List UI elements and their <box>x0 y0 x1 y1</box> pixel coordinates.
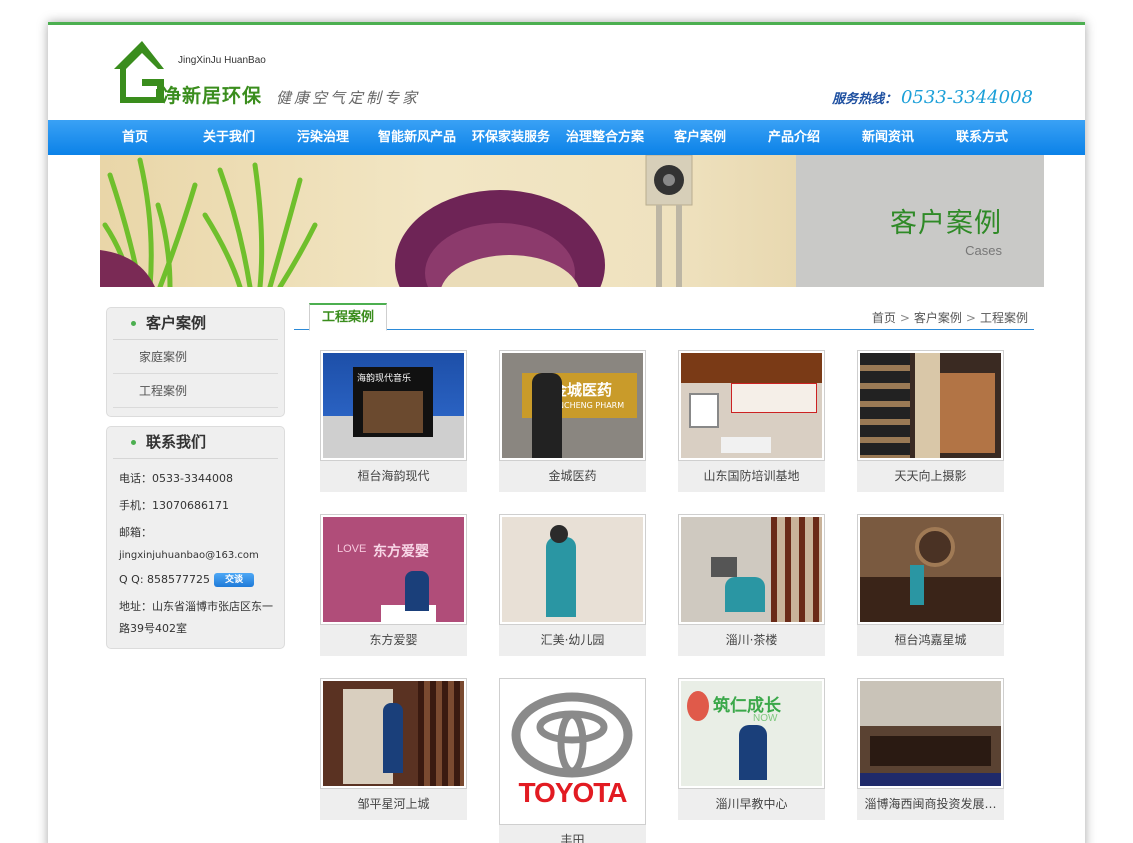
case-item[interactable]: 筑仁成长 NOW 淄川早教中心 <box>678 678 825 820</box>
contact-info: 电话：0533-3344008 手机：13070686171 邮箱： jingx… <box>107 459 284 650</box>
hotline: 服务热线： 0533-3344008 <box>832 87 1033 108</box>
case-caption[interactable]: 邹平星河上城 <box>320 789 467 820</box>
contact-email[interactable]: jingxinjuhuanbao@163.com <box>119 546 274 566</box>
banner-illustration <box>100 155 693 287</box>
case-caption[interactable]: 丰田 <box>499 825 646 843</box>
bullet-icon <box>131 321 136 326</box>
page-banner: 客户案例 Cases <box>100 155 1044 287</box>
contact-mobile: 手机：13070686171 <box>119 499 229 512</box>
hotline-label: 服务热线： <box>832 92 898 107</box>
contact-email-label: 邮箱： <box>119 526 152 539</box>
case-item[interactable]: 邹平星河上城 <box>320 678 467 820</box>
nav-item-home[interactable]: 首页 <box>118 120 152 155</box>
qq-chat-button[interactable]: 交谈 <box>214 573 255 587</box>
case-photo[interactable] <box>499 514 646 625</box>
contact-address: 地址：山东省淄博市张店区东一路39号402室 <box>119 600 273 635</box>
contact-phone: 电话：0533-3344008 <box>119 472 233 485</box>
sidebar-item-project-cases[interactable]: 工程案例 <box>113 374 278 408</box>
page-frame: JingXinJu HuanBao 净新居环保 健康空气定制专家 服务热线： 0… <box>48 22 1085 843</box>
case-caption[interactable]: 汇美·幼儿园 <box>499 625 646 656</box>
header: JingXinJu HuanBao 净新居环保 健康空气定制专家 服务热线： 0… <box>48 25 1085 120</box>
case-caption[interactable]: 淄川早教中心 <box>678 789 825 820</box>
case-item[interactable]: 桓台鸿嘉星城 <box>857 514 1004 656</box>
case-photo[interactable]: 筑仁成长 NOW <box>678 678 825 789</box>
case-photo[interactable] <box>678 350 825 461</box>
bullet-icon <box>131 440 136 445</box>
sidebar-contact: 联系我们 电话：0533-3344008 手机：13070686171 邮箱： … <box>106 426 285 649</box>
case-item[interactable]: LOVE 东方爱婴 东方爱婴 <box>320 514 467 656</box>
content-header: 工程案例 首页 > 客户案例 > 工程案例 <box>294 303 1034 331</box>
breadcrumb-home[interactable]: 首页 <box>872 311 896 325</box>
toyota-wordmark: TOYOTA <box>518 777 627 808</box>
nav-item-fresh-air[interactable]: 智能新风产品 <box>376 120 458 155</box>
case-caption[interactable]: 东方爱婴 <box>320 625 467 656</box>
slogan: 健康空气定制专家 <box>276 89 421 107</box>
case-photo[interactable] <box>320 678 467 789</box>
case-item[interactable]: 淄川·茶楼 <box>678 514 825 656</box>
logo-chinese: 净新居环保 <box>162 85 263 107</box>
case-item[interactable]: TOYOTA 丰田 <box>499 678 646 843</box>
case-photo[interactable] <box>857 514 1004 625</box>
breadcrumb: 首页 > 客户案例 > 工程案例 <box>871 311 1028 325</box>
case-caption[interactable]: 淄博海西闽商投资发展… <box>857 789 1004 820</box>
breadcrumb-cases[interactable]: 客户案例 <box>914 311 962 325</box>
case-item[interactable]: 汇美·幼儿园 <box>499 514 646 656</box>
case-caption[interactable]: 桓台鸿嘉星城 <box>857 625 1004 656</box>
sidebar-contact-title: 联系我们 <box>113 427 278 459</box>
nav-item-about[interactable]: 关于我们 <box>201 120 257 155</box>
case-photo[interactable]: 金城医药 NCHENG PHARM <box>499 350 646 461</box>
nav-item-decoration[interactable]: 环保家装服务 <box>470 120 552 155</box>
nav-item-news[interactable]: 新闻资讯 <box>860 120 916 155</box>
case-caption[interactable]: 淄川·茶楼 <box>678 625 825 656</box>
nav-item-cases[interactable]: 客户案例 <box>672 120 728 155</box>
case-photo[interactable]: LOVE 东方爱婴 <box>320 514 467 625</box>
banner-title: 客户案例 <box>890 208 1002 239</box>
nav-item-pollution[interactable]: 污染治理 <box>295 120 351 155</box>
case-photo[interactable]: TOYOTA <box>499 678 646 825</box>
banner-subtitle: Cases <box>965 243 1002 258</box>
tab-project-cases[interactable]: 工程案例 <box>309 303 387 331</box>
case-item[interactable]: 金城医药 NCHENG PHARM 金城医药 <box>499 350 646 492</box>
hotline-number: 0533-3344008 <box>900 87 1033 108</box>
nav-item-contact[interactable]: 联系方式 <box>954 120 1010 155</box>
breadcrumb-current: 工程案例 <box>979 311 1028 325</box>
case-item[interactable]: 海韵现代音乐 桓台海韵现代 <box>320 350 467 492</box>
case-item[interactable]: 天天向上摄影 <box>857 350 1004 492</box>
logo-english: JingXinJu HuanBao <box>178 55 266 66</box>
case-photo[interactable] <box>857 678 1004 789</box>
case-item[interactable]: 淄博海西闽商投资发展… <box>857 678 1004 820</box>
case-caption[interactable]: 金城医药 <box>499 461 646 492</box>
case-photo[interactable] <box>857 350 1004 461</box>
case-caption[interactable]: 山东国防培训基地 <box>678 461 825 492</box>
main-nav: 首页 关于我们 污染治理 智能新风产品 环保家装服务 治理整合方案 客户案例 产… <box>48 120 1085 155</box>
sidebar-item-home-cases[interactable]: 家庭案例 <box>113 340 278 374</box>
case-caption[interactable]: 天天向上摄影 <box>857 461 1004 492</box>
nav-item-products[interactable]: 产品介绍 <box>766 120 822 155</box>
case-caption[interactable]: 桓台海韵现代 <box>320 461 467 492</box>
case-photo[interactable] <box>678 514 825 625</box>
case-photo[interactable]: 海韵现代音乐 <box>320 350 467 461</box>
sidebar-cases: 客户案例 家庭案例 工程案例 <box>106 307 285 417</box>
contact-qq: Q Q: 858577725 交谈 <box>119 566 274 593</box>
nav-item-solutions[interactable]: 治理整合方案 <box>564 120 646 155</box>
case-item[interactable]: 山东国防培训基地 <box>678 350 825 492</box>
sidebar-cases-title: 客户案例 <box>113 308 278 340</box>
